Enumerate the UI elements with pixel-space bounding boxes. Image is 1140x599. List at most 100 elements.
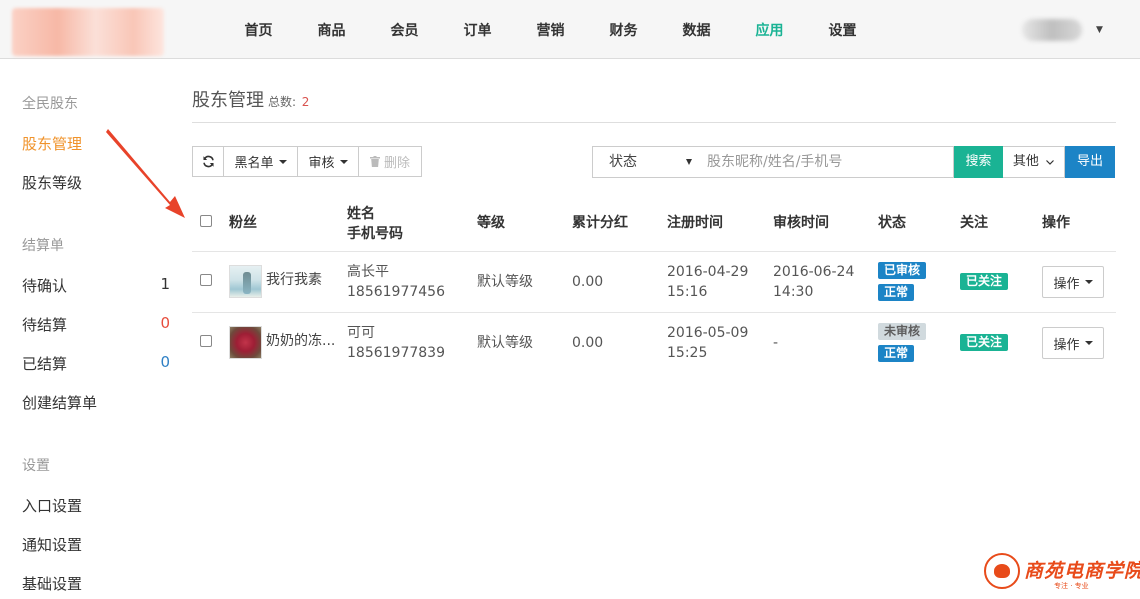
audit-date: - — [773, 335, 779, 351]
search-input[interactable] — [700, 146, 954, 178]
seal-icon — [984, 553, 1020, 589]
nav-item-apps[interactable]: 应用 — [733, 0, 806, 59]
column-header-phone: 手机号码 — [347, 226, 403, 242]
nav-item-goods[interactable]: 商品 — [295, 0, 368, 59]
nav-item-members[interactable]: 会员 — [368, 0, 441, 59]
column-header-fans: 粉丝 — [229, 215, 257, 231]
caret-down-icon — [686, 159, 692, 165]
sidebar-item-label: 股东等级 — [22, 174, 83, 192]
column-header-name: 姓名 — [347, 206, 375, 222]
nav-item-finance[interactable]: 财务 — [587, 0, 660, 59]
total-count: 2 — [301, 95, 310, 109]
status-badge: 未审核 — [878, 323, 927, 340]
nav-item-settings[interactable]: 设置 — [806, 0, 879, 59]
sidebar-item-label: 待结算 — [22, 316, 68, 334]
other-dropdown-button[interactable]: 其他 — [1003, 146, 1065, 178]
sidebar-item-label: 股东管理 — [22, 135, 83, 153]
row-action-label: 操作 — [1053, 276, 1080, 292]
search-button[interactable]: 搜索 — [954, 146, 1003, 178]
shareholder-level: 默认等级 — [477, 274, 533, 290]
caret-down-icon — [1084, 341, 1093, 345]
sidebar-item-entry-settings[interactable]: 入口设置 — [22, 495, 170, 516]
sidebar-item-notice-settings[interactable]: 通知设置 — [22, 534, 170, 555]
fan-nickname: 我行我素 — [266, 272, 322, 288]
delete-button[interactable]: 删除 — [358, 146, 422, 177]
avatar — [1022, 19, 1082, 41]
trash-icon — [369, 156, 380, 167]
register-time: 15:25 — [667, 345, 708, 361]
nav-item-data[interactable]: 数据 — [660, 0, 733, 59]
nav-item-orders[interactable]: 订单 — [441, 0, 514, 59]
row-action-dropdown-button[interactable]: 操作 — [1042, 266, 1104, 298]
total-label: 总数: — [268, 95, 297, 109]
header-divider — [192, 251, 1116, 252]
page-title: 股东管理 总数: 2 — [192, 86, 309, 112]
row-action-label: 操作 — [1053, 337, 1080, 353]
row-checkbox[interactable] — [200, 274, 212, 286]
sidebar-item-label: 基础设置 — [22, 575, 83, 593]
refresh-button[interactable] — [192, 146, 224, 177]
logo[interactable] — [12, 8, 164, 56]
follow-badge: 已关注 — [960, 273, 1009, 290]
sidebar-item-pending-settle[interactable]: 待结算 0 — [22, 314, 170, 335]
sidebar-item-settled[interactable]: 已结算 0 — [22, 353, 170, 374]
caret-down-icon — [278, 159, 287, 164]
nav-item-marketing[interactable]: 营销 — [514, 0, 587, 59]
audit-label: 审核 — [308, 156, 335, 171]
select-all-checkbox[interactable] — [200, 215, 212, 227]
page-title-text: 股东管理 — [192, 90, 264, 111]
shareholder-level: 默认等级 — [477, 335, 533, 351]
register-date: 2016-05-09 — [667, 325, 749, 341]
follow-badge: 已关注 — [960, 334, 1009, 351]
caret-down-icon — [339, 159, 348, 164]
sidebar-item-shareholder-manage[interactable]: 股东管理 — [22, 133, 170, 154]
sidebar-item-label: 入口设置 — [22, 497, 83, 515]
status-select[interactable]: 状态 — [592, 146, 701, 178]
nav-item-home[interactable]: 首页 — [222, 0, 295, 59]
sidebar-item-label: 通知设置 — [22, 536, 83, 554]
audit-dropdown-button[interactable]: 审核 — [297, 146, 359, 177]
status-badge: 已审核 — [878, 262, 927, 279]
sidebar-item-pending-confirm[interactable]: 待确认 1 — [22, 275, 170, 296]
caret-down-icon: ▼ — [1096, 25, 1103, 35]
user-menu[interactable]: ▼ — [1022, 18, 1103, 42]
blacklist-dropdown-button[interactable]: 黑名单 — [223, 146, 298, 177]
title-divider — [192, 122, 1116, 123]
count-badge: 0 — [160, 314, 170, 332]
status-badge: 正常 — [878, 284, 915, 301]
sidebar-item-label: 创建结算单 — [22, 394, 98, 412]
blacklist-label: 黑名单 — [234, 156, 274, 171]
row-checkbox[interactable] — [200, 335, 212, 347]
status-badge: 正常 — [878, 345, 915, 362]
row-divider — [192, 312, 1116, 313]
count-badge: 0 — [160, 353, 170, 371]
dividend-total: 0.00 — [572, 335, 604, 351]
export-button[interactable]: 导出 — [1065, 146, 1115, 178]
row-action-dropdown-button[interactable]: 操作 — [1042, 327, 1104, 359]
status-select-value: 状态 — [609, 154, 637, 170]
fan-nickname: 奶奶的冻... — [266, 333, 336, 349]
sidebar-item-create-settlement[interactable]: 创建结算单 — [22, 392, 170, 413]
avatar — [229, 326, 262, 359]
column-header-audit-time: 审核时间 — [773, 215, 829, 231]
refresh-icon — [202, 155, 214, 168]
delete-label: 删除 — [383, 156, 410, 171]
watermark-subtext: 专注 · 专业 — [1054, 582, 1089, 590]
column-header-follow: 关注 — [960, 215, 988, 231]
other-label: 其他 — [1012, 154, 1039, 169]
top-navbar: 首页 商品 会员 订单 营销 财务 数据 应用 设置 ▼ — [0, 0, 1140, 59]
sidebar-item-basic-settings[interactable]: 基础设置 — [22, 573, 170, 594]
sidebar-group-settings: 设置 — [22, 458, 50, 474]
watermark-text: 商苑电商学院 — [1024, 560, 1140, 582]
watermark-logo: 商苑电商学院 专注 · 专业 — [984, 553, 1140, 593]
shareholder-phone: 18561977839 — [347, 345, 445, 361]
register-time: 15:16 — [667, 284, 708, 300]
column-header-register-time: 注册时间 — [667, 215, 723, 231]
count-badge: 1 — [160, 275, 170, 293]
caret-down-icon — [1084, 280, 1093, 284]
main-nav: 首页 商品 会员 订单 营销 财务 数据 应用 设置 — [222, 0, 879, 59]
column-header-status: 状态 — [878, 215, 906, 231]
sidebar-group-shareholders: 全民股东 — [22, 96, 78, 112]
sidebar-item-shareholder-level[interactable]: 股东等级 — [22, 172, 170, 193]
sidebar: 全民股东 股东管理 股东等级 结算单 待确认 1 待结算 0 已结算 0 创建结… — [0, 59, 182, 599]
